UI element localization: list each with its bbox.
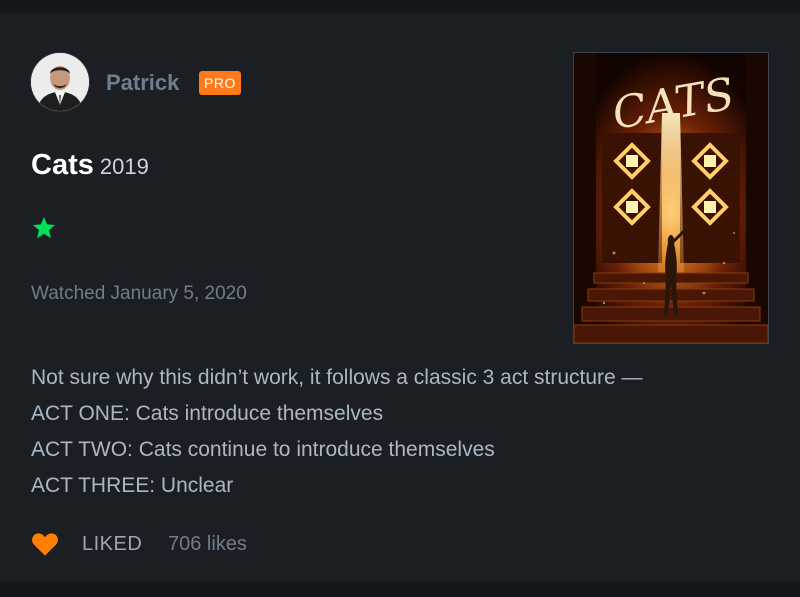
review-line: Not sure why this didn’t work, it follow… [31,366,643,389]
review-body: Not sure why this didn’t work, it follow… [31,360,771,504]
watched-date: Watched January 5, 2020 [31,283,247,304]
review-card: Patrick PRO Cats 2019 Watched January 5, … [0,13,800,581]
likes-count[interactable]: 706 likes [168,533,247,556]
heart-icon[interactable] [31,531,59,557]
liked-label[interactable]: LIKED [82,533,142,556]
pro-badge: PRO [199,71,241,95]
film-poster[interactable]: CATS [573,52,769,344]
film-title[interactable]: Cats [31,149,94,181]
review-line: ACT ONE: Cats introduce themselves [31,402,384,425]
star-icon [32,216,56,239]
film-year[interactable]: 2019 [100,154,149,179]
top-bar [0,0,800,13]
review-line: ACT TWO: Cats continue to introduce them… [31,438,495,461]
poster-art: CATS [574,53,768,343]
username[interactable]: Patrick [106,70,179,96]
avatar[interactable] [31,53,89,111]
review-line: ACT THREE: Unclear [31,474,234,497]
film-heading: Cats 2019 [31,149,149,182]
avatar-image [31,53,89,111]
bottom-bar [0,581,800,597]
